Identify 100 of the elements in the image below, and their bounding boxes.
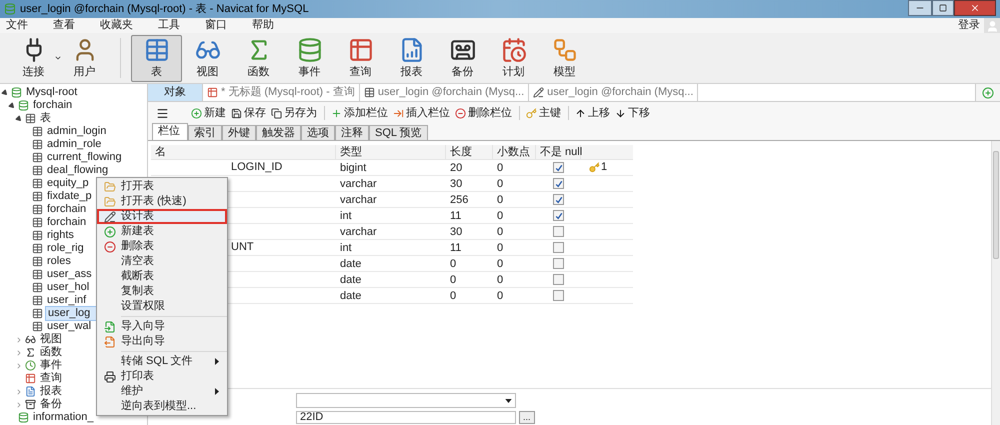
menu-item[interactable]: 删除表 xyxy=(97,239,227,254)
menu-item[interactable]: 帮助 xyxy=(246,18,280,33)
toolbar-button[interactable]: 查询 xyxy=(335,34,386,82)
tree-item[interactable]: user_ass xyxy=(45,268,94,281)
tree-item[interactable]: equity_p xyxy=(45,177,91,190)
checkbox[interactable] xyxy=(553,210,564,221)
tree-item[interactable]: 查询 xyxy=(38,372,64,385)
tab[interactable]: SQL 预览 xyxy=(369,125,428,140)
toolbar-button[interactable]: 新建 xyxy=(189,104,228,122)
toolbar-button[interactable]: 主键 xyxy=(524,104,563,122)
menu-item[interactable]: 打开表 (快速) xyxy=(97,194,227,209)
tab[interactable]: 注释 xyxy=(335,125,369,140)
tree-item[interactable]: 视图 xyxy=(38,333,64,346)
toolbar-button[interactable]: 备份 xyxy=(437,34,488,82)
tab[interactable]: 对象 xyxy=(148,84,203,101)
toolbar-button[interactable]: 事件 xyxy=(284,34,335,82)
tab[interactable]: user_login @forchain (Mysq... xyxy=(360,84,530,101)
expanded-icon[interactable] xyxy=(8,101,16,110)
tab[interactable]: 外键 xyxy=(222,125,256,140)
toolbar-button[interactable]: 连接 xyxy=(8,34,59,82)
tree-item[interactable]: user_inf xyxy=(45,294,88,307)
expanded-icon[interactable] xyxy=(0,88,10,97)
toolbar-button[interactable]: 另存为 xyxy=(269,104,319,122)
menu-item[interactable]: 工具 xyxy=(152,18,186,33)
toolbar-button[interactable]: 报表 xyxy=(386,34,437,82)
tree-item[interactable]: deal_flowing xyxy=(45,164,110,177)
toolbar-button[interactable]: 用户 xyxy=(59,34,110,82)
collapsed-icon[interactable] xyxy=(15,388,23,396)
menu-item[interactable]: 复制表 xyxy=(97,284,227,299)
toolbar-button[interactable]: 上移 xyxy=(573,104,612,122)
menu-item[interactable]: 导入向导 xyxy=(97,319,227,334)
menu-item[interactable]: 导出向导 xyxy=(97,334,227,349)
maximize-button[interactable] xyxy=(932,0,954,16)
toolbar-button[interactable]: 计划 xyxy=(488,34,539,82)
checkbox[interactable] xyxy=(553,194,564,205)
collapsed-icon[interactable] xyxy=(15,362,23,370)
minimize-button[interactable] xyxy=(908,0,932,16)
tree-item[interactable]: current_flowing xyxy=(45,151,124,164)
toolbar-button[interactable]: 模型 xyxy=(539,34,590,82)
tab[interactable]: 栏位 xyxy=(152,123,188,140)
menu-item[interactable]: 文件 xyxy=(0,18,34,33)
tree-item[interactable]: 函数 xyxy=(38,346,64,359)
collapsed-icon[interactable] xyxy=(15,400,23,408)
tree-item[interactable]: admin_login xyxy=(45,125,108,138)
toolbar-button[interactable]: 下移 xyxy=(613,104,652,122)
tree-item[interactable]: admin_role xyxy=(45,138,104,151)
new-tab-icon[interactable] xyxy=(982,86,994,98)
dropdown-field[interactable] xyxy=(296,393,516,408)
tree-item[interactable]: 表 xyxy=(38,112,53,125)
menu-item[interactable]: 打印表 xyxy=(97,369,227,384)
tree-item[interactable]: rights xyxy=(45,229,76,242)
scrollbar[interactable] xyxy=(991,141,1000,425)
tab[interactable]: 选项 xyxy=(301,125,335,140)
menu-icon[interactable] xyxy=(156,106,169,120)
tab[interactable]: user_login @forchain (Mysq... xyxy=(529,84,698,101)
menu-item[interactable]: 维护 xyxy=(97,384,227,399)
toolbar-button[interactable]: 视图 xyxy=(182,34,233,82)
checkbox[interactable] xyxy=(553,178,564,189)
menu-item[interactable]: 查看 xyxy=(47,18,81,33)
toolbar-button[interactable]: 插入栏位 xyxy=(391,104,452,122)
menu-item[interactable]: 清空表 xyxy=(97,254,227,269)
menu-item[interactable]: 逆向表到模型... xyxy=(97,399,227,414)
collapsed-icon[interactable] xyxy=(15,348,23,356)
tree-item[interactable]: forchain xyxy=(45,203,88,216)
toolbar-button[interactable]: 函数 xyxy=(233,34,284,82)
tree-item[interactable]: information_ xyxy=(31,411,96,424)
checkbox[interactable] xyxy=(553,258,564,269)
tree-item[interactable]: user_hol xyxy=(45,281,92,294)
tree-item[interactable]: user_wal xyxy=(45,320,94,333)
tree-item[interactable]: 事件 xyxy=(38,359,64,372)
checkbox[interactable] xyxy=(553,242,564,253)
tree-item[interactable]: roles xyxy=(45,255,73,268)
toolbar-button[interactable]: 保存 xyxy=(229,104,268,122)
checkbox[interactable] xyxy=(553,226,564,237)
toolbar-button[interactable]: 删除栏位 xyxy=(453,104,514,122)
tree-item[interactable]: 备份 xyxy=(38,398,64,411)
menu-item[interactable]: 新建表 xyxy=(97,224,227,239)
checkbox[interactable] xyxy=(553,290,564,301)
collapsed-icon[interactable] xyxy=(15,336,23,344)
menu-item[interactable]: 窗口 xyxy=(199,18,233,33)
tree-item[interactable]: forchain xyxy=(45,216,88,229)
menu-item[interactable]: 设计表 xyxy=(97,209,227,224)
menu-item[interactable]: 打开表 xyxy=(97,179,227,194)
menu-item[interactable]: 转储 SQL 文件 xyxy=(97,354,227,369)
tree-item[interactable]: Mysql-root xyxy=(24,86,80,99)
close-button[interactable] xyxy=(954,0,996,16)
checkbox[interactable] xyxy=(553,162,564,173)
tab[interactable]: * 无标题 (Mysql-root) - 查询 xyxy=(203,84,360,101)
browse-button[interactable]: ... xyxy=(519,411,535,424)
menu-item[interactable]: 收藏夹 xyxy=(94,18,139,33)
toolbar-button[interactable]: 表 xyxy=(131,34,182,82)
tree-item[interactable]: forchain xyxy=(31,99,74,112)
input-field[interactable]: 22ID xyxy=(296,411,516,424)
menu-item[interactable]: 截断表 xyxy=(97,269,227,284)
toolbar-button[interactable]: 添加栏位 xyxy=(329,104,390,122)
tree-item[interactable]: 报表 xyxy=(38,385,64,398)
expanded-icon[interactable] xyxy=(14,114,24,123)
login-link[interactable]: 登录 xyxy=(958,17,980,34)
tree-item[interactable]: fixdate_p xyxy=(45,190,94,203)
checkbox[interactable] xyxy=(553,274,564,285)
